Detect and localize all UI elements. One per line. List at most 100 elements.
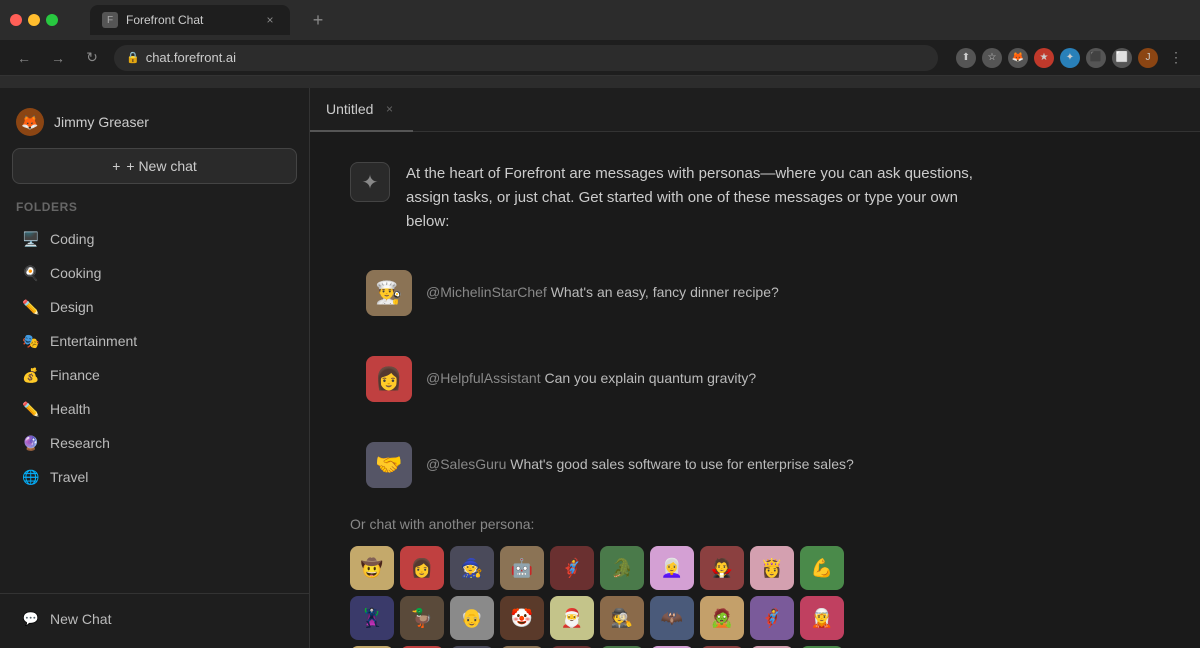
address-text: chat.forefront.ai xyxy=(146,50,236,65)
persona-cell[interactable]: 🕵️ xyxy=(600,596,644,640)
extension-icon-4[interactable]: ⬛ xyxy=(1086,48,1106,68)
persona-avatar: 🤝 xyxy=(366,442,412,488)
persona-cell[interactable]: 🦹 xyxy=(350,596,394,640)
folder-name: Design xyxy=(50,299,94,315)
sidebar-folder-coding[interactable]: 🖥️ Coding xyxy=(6,222,303,256)
suggestion-item[interactable]: 👨‍🍳 @MichelinStarChef What's an easy, fa… xyxy=(350,258,1160,328)
folder-icon: 🔮 xyxy=(22,434,40,452)
persona-cell[interactable]: 🎅 xyxy=(550,596,594,640)
extension-icon-3[interactable]: ✦ xyxy=(1060,48,1080,68)
persona-cell[interactable]: 🧝 xyxy=(800,596,844,640)
folders-list: 🖥️ Coding 🍳 Cooking ✏️ Design 🎭 Entertai… xyxy=(0,222,309,494)
new-tab-button[interactable]: + xyxy=(306,8,330,32)
sidebar-folder-finance[interactable]: 💰 Finance xyxy=(6,358,303,392)
persona-cell[interactable]: 🤖 xyxy=(500,546,544,590)
folder-icon: 🎭 xyxy=(22,332,40,350)
suggestion-item[interactable]: 👩 @HelpfulAssistant Can you explain quan… xyxy=(350,344,1160,414)
persona-grid: 🤠👩🧙🤖🦸🐊👩‍🦳🧛👸💪🦹🦆👴🤡🎅🕵️🦇🧟🦸🧝👔🧢🎪🤹🃏🧸🦸🎭🧜🧚🤠👩🧙🤖🦸🐊👩… xyxy=(350,546,1160,648)
profile-icon[interactable]: J xyxy=(1138,48,1158,68)
new-chat-label: + New chat xyxy=(126,158,196,174)
star-icon[interactable]: ☆ xyxy=(982,48,1002,68)
folder-name: Finance xyxy=(50,367,100,383)
folder-name: Coding xyxy=(50,231,94,247)
maximize-window-button[interactable] xyxy=(46,14,58,26)
chat-area: ✦ At the heart of Forefront are messages… xyxy=(310,132,1200,648)
reload-button[interactable]: ↻ xyxy=(80,46,104,70)
forward-button[interactable]: → xyxy=(46,46,70,70)
persona-cell[interactable]: 👩‍🦳 xyxy=(650,546,694,590)
welcome-row: ✦ At the heart of Forefront are messages… xyxy=(350,162,1160,234)
persona-cell[interactable]: 🦆 xyxy=(400,596,444,640)
folder-name: Research xyxy=(50,435,110,451)
sidebar-folder-research[interactable]: 🔮 Research xyxy=(6,426,303,460)
browser-actions: ⬆ ☆ 🦊 ★ ✦ ⬛ ⬜ J ⋮ xyxy=(956,46,1188,70)
back-button[interactable]: ← xyxy=(12,46,36,70)
persona-cell[interactable]: 🧟 xyxy=(700,596,744,640)
extension-icon-2[interactable]: ★ xyxy=(1034,48,1054,68)
chat-name: New Chat xyxy=(50,611,111,627)
sidebar-folder-design[interactable]: ✏️ Design xyxy=(6,290,303,324)
sidebar-folder-cooking[interactable]: 🍳 Cooking xyxy=(6,256,303,290)
user-name: Jimmy Greaser xyxy=(54,114,149,130)
folder-name: Entertainment xyxy=(50,333,137,349)
persona-cell[interactable]: 🧙 xyxy=(450,546,494,590)
suggestion-item[interactable]: 🤝 @SalesGuru What's good sales software … xyxy=(350,430,1160,500)
folder-icon: ✏️ xyxy=(22,298,40,316)
sidebar-folder-health[interactable]: ✏️ Health xyxy=(6,392,303,426)
or-text: Or chat with another persona: xyxy=(350,516,1160,532)
lock-icon: 🔒 xyxy=(126,51,140,64)
bot-avatar: ✦ xyxy=(350,162,390,202)
persona-avatar: 👩 xyxy=(366,356,412,402)
avatar: 🦊 xyxy=(16,108,44,136)
inner-tab-untitled[interactable]: Untitled × xyxy=(310,88,413,132)
persona-cell[interactable]: 🦸 xyxy=(550,546,594,590)
persona-avatar: 👨‍🍳 xyxy=(366,270,412,316)
sidebar-bottom: 💬 New Chat xyxy=(0,593,309,636)
chat-item-new-chat[interactable]: 💬 New Chat xyxy=(6,602,303,636)
share-icon[interactable]: ⬆ xyxy=(956,48,976,68)
plus-icon: + xyxy=(112,158,120,174)
extension-icon-5[interactable]: ⬜ xyxy=(1112,48,1132,68)
menu-icon[interactable]: ⋮ xyxy=(1164,46,1188,70)
new-chat-button[interactable]: + + New chat xyxy=(12,148,297,184)
suggestion-text: @MichelinStarChef What's an easy, fancy … xyxy=(426,283,779,303)
persona-cell[interactable]: 🧛 xyxy=(700,546,744,590)
persona-cell[interactable]: 🤡 xyxy=(500,596,544,640)
window-controls xyxy=(10,14,58,26)
app: 🦊 Jimmy Greaser + + New chat Folders 🖥️ … xyxy=(0,88,1200,648)
suggestions-list: 👨‍🍳 @MichelinStarChef What's an easy, fa… xyxy=(350,258,1160,516)
address-bar[interactable]: 🔒 chat.forefront.ai xyxy=(114,45,938,71)
folder-name: Cooking xyxy=(50,265,101,281)
welcome-text: At the heart of Forefront are messages w… xyxy=(406,162,986,234)
inner-tab-bar: Untitled × xyxy=(310,88,1200,132)
sidebar-folder-travel[interactable]: 🌐 Travel xyxy=(6,460,303,494)
browser-chrome: F Forefront Chat × + ← → ↻ 🔒 chat.forefr… xyxy=(0,0,1200,88)
inner-tab-close-button[interactable]: × xyxy=(381,101,397,117)
tab-close-button[interactable]: × xyxy=(262,12,278,28)
persona-cell[interactable]: 👩 xyxy=(400,546,444,590)
sidebar: 🦊 Jimmy Greaser + + New chat Folders 🖥️ … xyxy=(0,88,310,648)
folder-icon: 🖥️ xyxy=(22,230,40,248)
persona-cell[interactable]: 🦇 xyxy=(650,596,694,640)
sidebar-folder-entertainment[interactable]: 🎭 Entertainment xyxy=(6,324,303,358)
persona-cell[interactable]: 💪 xyxy=(800,546,844,590)
main-content: Untitled × ✦ At the heart of Forefront a… xyxy=(310,88,1200,648)
minimize-window-button[interactable] xyxy=(28,14,40,26)
folders-label: Folders xyxy=(0,196,309,222)
persona-cell[interactable]: 🐊 xyxy=(600,546,644,590)
persona-cell[interactable]: 👴 xyxy=(450,596,494,640)
inner-tab-title: Untitled xyxy=(326,101,373,117)
suggestion-text: @HelpfulAssistant Can you explain quantu… xyxy=(426,369,756,389)
browser-tab[interactable]: F Forefront Chat × xyxy=(90,5,290,35)
close-window-button[interactable] xyxy=(10,14,22,26)
bot-icon: ✦ xyxy=(362,170,379,195)
persona-cell[interactable]: 🦸 xyxy=(750,596,794,640)
folder-icon: 🍳 xyxy=(22,264,40,282)
chat-bubble-icon: 💬 xyxy=(22,610,40,628)
persona-cell[interactable]: 🤠 xyxy=(350,546,394,590)
persona-cell[interactable]: 👸 xyxy=(750,546,794,590)
user-row: 🦊 Jimmy Greaser xyxy=(0,100,309,148)
tab-title: Forefront Chat xyxy=(126,13,254,27)
address-bar-row: ← → ↻ 🔒 chat.forefront.ai ⬆ ☆ 🦊 ★ ✦ ⬛ ⬜ … xyxy=(0,40,1200,76)
extension-icon-1[interactable]: 🦊 xyxy=(1008,48,1028,68)
